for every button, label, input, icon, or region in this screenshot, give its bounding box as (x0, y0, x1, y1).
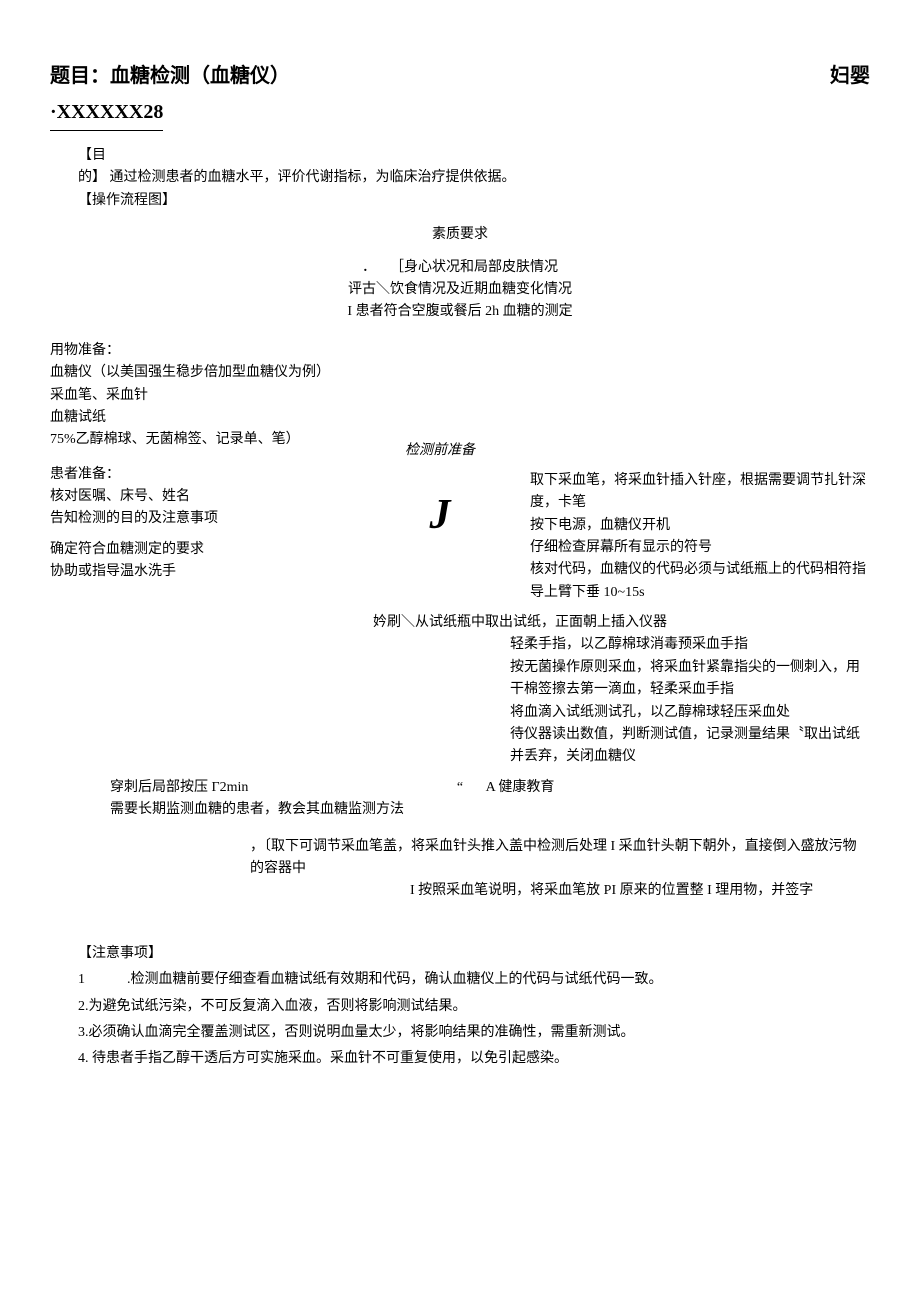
doc-code: ·XXXXXX28 (50, 96, 163, 131)
purpose-text: 通过检测患者的血糖水平，评价代谢指标，为临床治疗提供依据。 (110, 170, 516, 185)
op-r4: 待仪器读出数值，判断测试值，记录测量结果〝取出试纸并丢弃，关闭血糖仪 (510, 724, 870, 769)
quality-req: 素质要求 (50, 224, 870, 246)
operate-mid-line: 妗刷＼从试纸瓶中取出试纸，正面朝上插入仪器 (50, 612, 870, 634)
prep-right: 取下采血笔，将采血针插入针座，根据需要调节扎针深度，卡笔 按下电源，血糖仪开机 … (530, 340, 870, 604)
prep-mid: 检测前准备 J (380, 340, 500, 550)
op-r2: 按无菌操作原则采血，将采血针紧靠指尖的一侧刺入，用干棉签擦去第一滴血，轻柔采血手… (510, 657, 870, 702)
patient-1: 核对医嘱、床号、姓名 (50, 486, 350, 508)
device-4: 核对代码，血糖仪的代码必须与试纸瓶上的代码相符指导上臂下垂 10~15s (530, 559, 870, 604)
prep-columns: 用物准备： 血糖仪（以美国强生稳步倍加型血糖仪为例） 采血笔、采血针 血糖试纸 … (50, 340, 870, 604)
operate-right: 轻柔手指，以乙醇棉球消毒预采血手指 按无菌操作原则采血，将采血针紧靠指尖的一侧刺… (510, 634, 870, 768)
edu-left: 穿刺后局部按压 Γ2min 需要长期监测血糖的患者，教会其血糖监测方法 (50, 777, 450, 822)
notes-list: 1 .检测血糖前要仔细查看血糖试纸有效期和代码，确认血糖仪上的代码与试纸代码一致… (78, 969, 870, 1071)
prep-mid-label: 检测前准备 (380, 440, 500, 462)
purpose-block: 【目 的】 通过检测患者的血糖水平，评价代谢指标，为临床治疗提供依据。 (78, 145, 870, 190)
edu-quote: “ (450, 777, 470, 799)
device-2: 按下电源，血糖仪开机 (530, 515, 870, 537)
patient-3: 确定符合血糖测定的要求 (50, 539, 350, 561)
note-1: 1 .检测血糖前要仔细查看血糖试纸有效期和代码，确认血糖仪上的代码与试纸代码一致… (78, 969, 870, 991)
flow-label: 【操作流程图】 (78, 190, 870, 212)
note-3: 3.必须确认血滴完全覆盖测试区，否则说明血量太少，将影响结果的准确性，需重新测试… (78, 1022, 870, 1044)
purpose-label-open: 【目 (78, 145, 870, 167)
device-3: 仔细检查屏幕所有显示的符号 (530, 537, 870, 559)
edu-mid: A 健康教育 (470, 777, 570, 799)
edu-row: 穿刺后局部按压 Γ2min 需要长期监测血糖的患者，教会其血糖监测方法 “ A … (50, 777, 870, 822)
patient-2: 告知检测的目的及注意事项 (50, 508, 350, 530)
supply-2: 采血笔、采血针 (50, 385, 350, 407)
notes-block: 【注意事项】 1 .检测血糖前要仔细查看血糖试纸有效期和代码，确认血糖仪上的代码… (50, 943, 870, 1071)
header-row: 题目：血糖检测（血糖仪） 妇婴 (50, 60, 870, 92)
assess-line1: ． ［身心状况和局部皮肤情况 (50, 257, 870, 279)
assess-line2: 评古＼饮食情况及近期血糖变化情况 (50, 279, 870, 301)
device-1: 取下采血笔，将采血针插入针座，根据需要调节扎针深度，卡笔 (530, 470, 870, 515)
notes-title: 【注意事项】 (78, 943, 870, 965)
patient-title: 患者准备： (50, 464, 350, 486)
title-right: 妇婴 (830, 60, 870, 92)
note-4: 4. 待患者手指乙醇干透后方可实施采血。采血针不可重复使用，以免引起感染。 (78, 1048, 870, 1070)
note-2: 2.为避免试纸污染，不可反复滴入血液，否则将影响测试结果。 (78, 996, 870, 1018)
j-mark: J (380, 482, 500, 549)
post-line2: I 按照采血笔说明，将采血笔放 PI 原来的位置整 I 理用物，并签字 (250, 880, 870, 902)
edu-left2: 需要长期监测血糖的患者，教会其血糖监测方法 (110, 799, 450, 821)
op-r1: 轻柔手指，以乙醇棉球消毒预采血手指 (510, 634, 870, 656)
prep-left: 用物准备： 血糖仪（以美国强生稳步倍加型血糖仪为例） 采血笔、采血针 血糖试纸 … (50, 340, 350, 584)
supply-1: 血糖仪（以美国强生稳步倍加型血糖仪为例） (50, 362, 350, 384)
supply-4: 75%乙醇棉球、无菌棉签、记录单、笔） (50, 429, 350, 451)
supply-title: 用物准备： (50, 340, 350, 362)
supply-3: 血糖试纸 (50, 407, 350, 429)
title-left: 题目：血糖检测（血糖仪） (50, 60, 290, 92)
edu-left1: 穿刺后局部按压 Γ2min (110, 777, 450, 799)
operate-right-block: 轻柔手指，以乙醇棉球消毒预采血手指 按无菌操作原则采血，将采血针紧靠指尖的一侧刺… (50, 634, 870, 768)
assess-line3: I 患者符合空腹或餐后 2h 血糖的测定 (50, 301, 870, 323)
post-block: ，〔取下可调节采血笔盖，将采血针头推入盖中检测后处理 I 采血针头朝下朝外，直接… (50, 836, 870, 903)
patient-4: 协助或指导温水洗手 (50, 561, 350, 583)
op-r3: 将血滴入试纸测试孔，以乙醇棉球轻压采血处 (510, 702, 870, 724)
post-line1: ，〔取下可调节采血笔盖，将采血针头推入盖中检测后处理 I 采血针头朝下朝外，直接… (250, 836, 870, 881)
assess-block: ． ［身心状况和局部皮肤情况 评古＼饮食情况及近期血糖变化情况 I 患者符合空腹… (50, 257, 870, 324)
purpose-label-close: 的】 (78, 170, 106, 185)
